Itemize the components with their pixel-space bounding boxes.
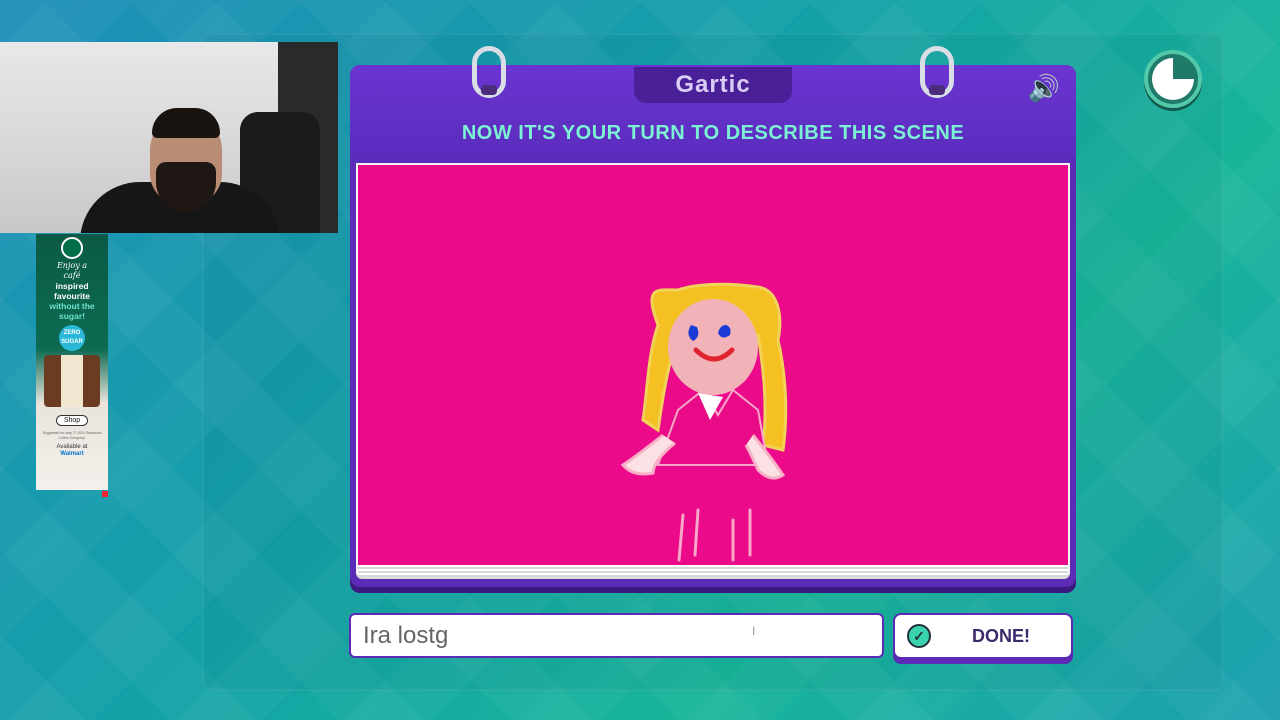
check-circle-icon: ✓ xyxy=(907,624,931,648)
description-input[interactable] xyxy=(349,613,884,658)
timer-icon xyxy=(1144,50,1202,108)
advertisement-banner[interactable]: Enjoy a café inspired favourite without … xyxy=(36,234,108,490)
ad-choices-icon[interactable] xyxy=(102,491,108,497)
ad-line: Enjoy a xyxy=(56,261,88,270)
instruction-text: NOW IT'S YOUR TURN TO DESCRIBE THIS SCEN… xyxy=(461,122,965,144)
ad-available-text: Available at xyxy=(56,444,88,450)
done-button-label: DONE! xyxy=(972,626,1030,646)
gartic-logo: Gartic xyxy=(634,67,792,103)
ad-shop-button[interactable]: Shop xyxy=(55,415,89,426)
starbucks-logo xyxy=(61,237,83,259)
timer-face xyxy=(1152,58,1194,100)
drawing-legs xyxy=(677,508,752,562)
ad-line: inspired xyxy=(55,281,89,291)
ad-retailer: Walmart xyxy=(60,451,84,457)
ad-product-image xyxy=(44,355,100,407)
binder-ring-right-icon xyxy=(920,46,954,98)
player-drawing xyxy=(620,282,788,562)
webcam-person-hair xyxy=(152,108,220,138)
ad-line: café xyxy=(63,271,81,280)
done-button[interactable]: ✓ DONE! xyxy=(893,613,1073,659)
webcam-overlay xyxy=(0,42,338,233)
ad-line: without the xyxy=(49,301,95,311)
page-edge-lines xyxy=(358,565,1068,577)
ad-line: sugar! xyxy=(59,311,85,321)
binder-ring-left-icon xyxy=(472,46,506,98)
ad-fine-print: Suggested for stay. © 2024 Starbucks Cof… xyxy=(42,431,102,440)
text-cursor-icon: I xyxy=(752,624,756,638)
ad-line: favourite xyxy=(54,291,90,301)
zero-sugar-badge: ZERO SUGAR xyxy=(59,325,85,351)
drawing-face xyxy=(668,299,758,395)
speaker-icon[interactable]: 🔊 xyxy=(1024,72,1064,104)
